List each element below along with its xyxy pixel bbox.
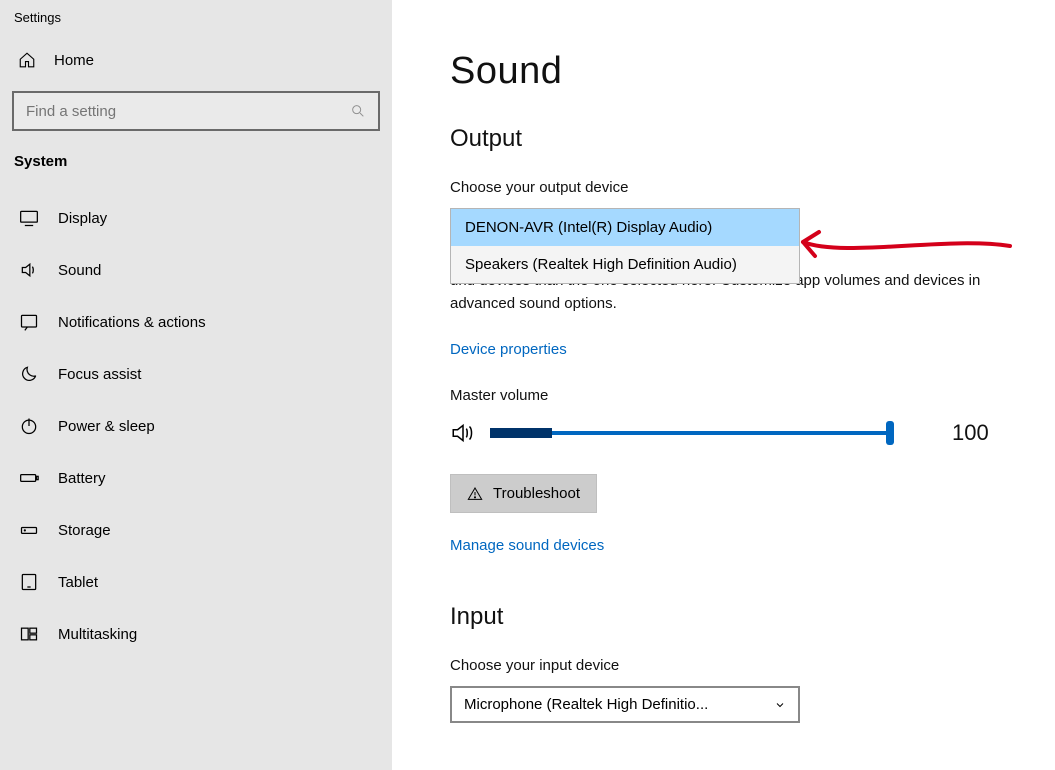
search-input[interactable] bbox=[26, 103, 350, 120]
sidebar-item-focus-assist[interactable]: Focus assist bbox=[0, 348, 392, 400]
sidebar: Settings Home System Display Sound Notif… bbox=[0, 0, 392, 770]
sidebar-item-label: Focus assist bbox=[58, 366, 141, 383]
troubleshoot-button[interactable]: Troubleshoot bbox=[450, 474, 597, 513]
search-box[interactable] bbox=[12, 91, 380, 131]
home-nav[interactable]: Home bbox=[0, 43, 392, 91]
annotation-arrow bbox=[785, 228, 1015, 268]
power-icon bbox=[18, 415, 40, 437]
search-icon bbox=[350, 103, 366, 119]
input-device-dropdown[interactable]: Microphone (Realtek High Definitio... bbox=[450, 686, 800, 723]
home-label: Home bbox=[54, 52, 94, 69]
sidebar-item-label: Power & sleep bbox=[58, 418, 155, 435]
output-option-selected[interactable]: DENON-AVR (Intel(R) Display Audio) bbox=[451, 209, 799, 246]
input-device-selected: Microphone (Realtek High Definitio... bbox=[464, 696, 708, 713]
display-icon bbox=[18, 207, 40, 229]
choose-output-label: Choose your output device bbox=[450, 179, 1015, 196]
troubleshoot-label: Troubleshoot bbox=[493, 485, 580, 502]
volume-value: 100 bbox=[952, 420, 989, 446]
sidebar-item-label: Battery bbox=[58, 470, 106, 487]
main-content: Sound Output Choose your output device D… bbox=[392, 0, 1055, 770]
sidebar-item-label: Multitasking bbox=[58, 626, 137, 643]
output-heading: Output bbox=[450, 125, 1015, 153]
warning-icon bbox=[467, 486, 483, 502]
sidebar-item-label: Sound bbox=[58, 262, 101, 279]
sidebar-item-power-sleep[interactable]: Power & sleep bbox=[0, 400, 392, 452]
speaker-icon bbox=[450, 420, 476, 446]
sidebar-item-notifications[interactable]: Notifications & actions bbox=[0, 296, 392, 348]
home-icon bbox=[18, 51, 36, 69]
sidebar-item-storage[interactable]: Storage bbox=[0, 504, 392, 556]
manage-sound-devices-link[interactable]: Manage sound devices bbox=[450, 537, 604, 554]
choose-input-label: Choose your input device bbox=[450, 657, 1015, 674]
slider-thumb[interactable] bbox=[886, 421, 894, 445]
nav-group-label: System bbox=[0, 153, 392, 192]
sidebar-item-label: Notifications & actions bbox=[58, 314, 206, 331]
multitasking-icon bbox=[18, 623, 40, 645]
sidebar-item-sound[interactable]: Sound bbox=[0, 244, 392, 296]
tablet-icon bbox=[18, 571, 40, 593]
sound-icon bbox=[18, 259, 40, 281]
notifications-icon bbox=[18, 311, 40, 333]
device-properties-link[interactable]: Device properties bbox=[450, 341, 567, 358]
volume-slider[interactable] bbox=[490, 431, 890, 435]
volume-slider-row: 100 bbox=[450, 420, 1015, 446]
master-volume-label: Master volume bbox=[450, 387, 1015, 404]
output-option[interactable]: Speakers (Realtek High Definition Audio) bbox=[451, 246, 799, 283]
sidebar-item-battery[interactable]: Battery bbox=[0, 452, 392, 504]
slider-fill-emphasis bbox=[490, 428, 552, 438]
sidebar-item-multitasking[interactable]: Multitasking bbox=[0, 608, 392, 660]
sidebar-item-label: Storage bbox=[58, 522, 111, 539]
page-title: Sound bbox=[450, 50, 1015, 93]
sidebar-item-display[interactable]: Display bbox=[0, 192, 392, 244]
output-device-dropdown[interactable]: DENON-AVR (Intel(R) Display Audio) Speak… bbox=[450, 208, 800, 284]
sidebar-item-tablet[interactable]: Tablet bbox=[0, 556, 392, 608]
storage-icon bbox=[18, 519, 40, 541]
app-title: Settings bbox=[0, 0, 392, 43]
battery-icon bbox=[18, 467, 40, 489]
sidebar-item-label: Tablet bbox=[58, 574, 98, 591]
chevron-down-icon bbox=[774, 699, 786, 711]
input-heading: Input bbox=[450, 603, 1015, 631]
focus-assist-icon bbox=[18, 363, 40, 385]
sidebar-item-label: Display bbox=[58, 210, 107, 227]
